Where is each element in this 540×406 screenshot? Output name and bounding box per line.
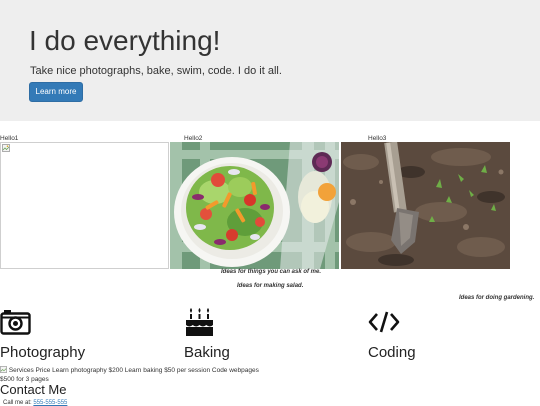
learn-more-button[interactable]: Learn more bbox=[29, 82, 83, 102]
hero-jumbotron: I do everything! Take nice photographs, … bbox=[0, 0, 540, 121]
gallery-caption-2: Ideas for making salad. bbox=[237, 283, 304, 289]
pricing-text: Services Price Learn photography $200 Le… bbox=[0, 367, 259, 383]
service-label-coding: Coding bbox=[368, 344, 416, 361]
gallery-caption-1: Ideas for things you can ask of me. bbox=[221, 269, 322, 275]
gallery-caption-3: Ideas for doing gardening. bbox=[459, 295, 535, 301]
gallery-image-2-salad bbox=[170, 142, 339, 269]
call-label: Call me at: bbox=[3, 400, 32, 406]
garden-spade-soil-photo bbox=[341, 142, 510, 269]
gallery-label-1: Hello1 bbox=[0, 135, 19, 142]
camera-icon bbox=[0, 310, 31, 335]
gallery-image-3-garden bbox=[341, 142, 510, 269]
birthday-cake-icon bbox=[186, 308, 213, 336]
gallery-label-2: Hello2 bbox=[184, 135, 203, 142]
service-label-photography: Photography bbox=[0, 344, 86, 361]
contact-title: Contact Me bbox=[0, 382, 67, 397]
code-icon bbox=[368, 311, 400, 333]
hero-title: I do everything! bbox=[29, 25, 221, 56]
gallery-image-1-broken bbox=[0, 142, 169, 269]
phone-link[interactable]: 555-555-555 bbox=[33, 400, 67, 406]
broken-image-icon bbox=[2, 144, 10, 152]
gallery-label-3: Hello3 bbox=[368, 135, 387, 142]
contact-call-line: Call me at: 555-555-555 bbox=[3, 400, 67, 406]
salad-bowl-photo bbox=[170, 142, 339, 269]
hero-subtitle: Take nice photographs, bake, swim, code.… bbox=[30, 65, 282, 77]
service-label-baking: Baking bbox=[184, 344, 230, 361]
broken-image-icon bbox=[0, 366, 7, 373]
